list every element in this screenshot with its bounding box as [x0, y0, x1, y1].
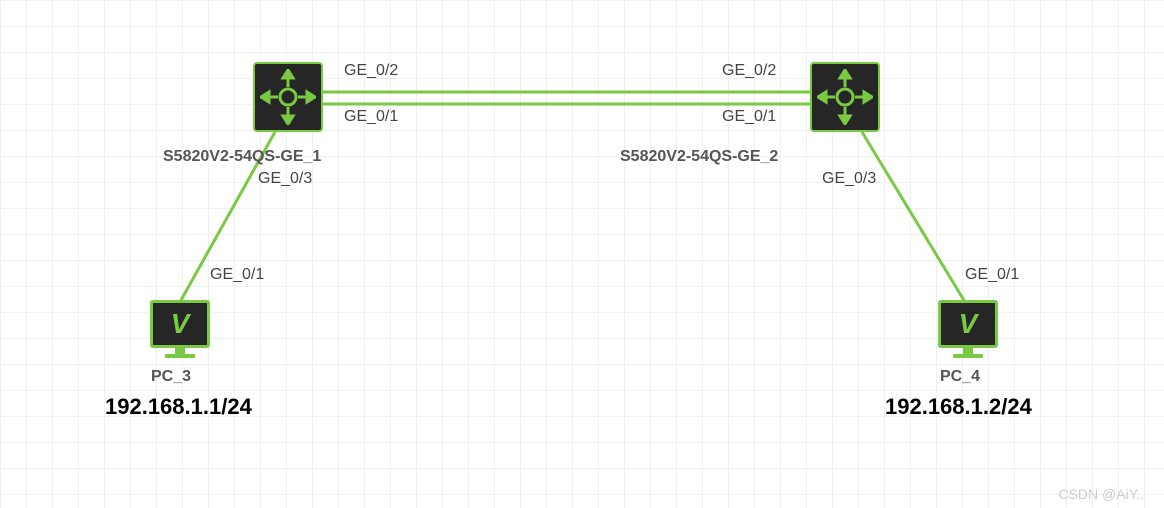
port-s1-down: GE_0/3 — [258, 170, 312, 188]
router-icon — [810, 62, 880, 132]
pc-icon: V — [933, 300, 1003, 360]
port-s2-bot: GE_0/1 — [722, 108, 776, 126]
switch-1-label: S5820V2-54QS-GE_1 — [163, 148, 321, 166]
router-icon — [253, 62, 323, 132]
watermark: CSDN @AiY.. — [1058, 486, 1144, 502]
links-layer — [0, 0, 1164, 508]
pc-3[interactable]: V — [145, 300, 215, 360]
switch-2-label: S5820V2-54QS-GE_2 — [620, 148, 778, 166]
topology-canvas[interactable]: S5820V2-54QS-GE_1 S5820V2-54QS-GE_2 V PC… — [0, 0, 1164, 508]
port-s1-top: GE_0/2 — [344, 62, 398, 80]
port-pc1-up: GE_0/1 — [210, 266, 264, 284]
pc-4-ip: 192.168.1.2/24 — [885, 394, 1032, 420]
port-s2-top: GE_0/2 — [722, 62, 776, 80]
pc-icon: V — [145, 300, 215, 360]
pc-4-label: PC_4 — [940, 368, 980, 386]
port-pc2-up: GE_0/1 — [965, 266, 1019, 284]
switch-1[interactable] — [253, 62, 323, 132]
pc-3-ip: 192.168.1.1/24 — [105, 394, 252, 420]
pc-3-label: PC_3 — [151, 368, 191, 386]
port-s1-bot: GE_0/1 — [344, 108, 398, 126]
port-s2-down: GE_0/3 — [822, 170, 876, 188]
pc-4[interactable]: V — [933, 300, 1003, 360]
switch-2[interactable] — [810, 62, 880, 132]
